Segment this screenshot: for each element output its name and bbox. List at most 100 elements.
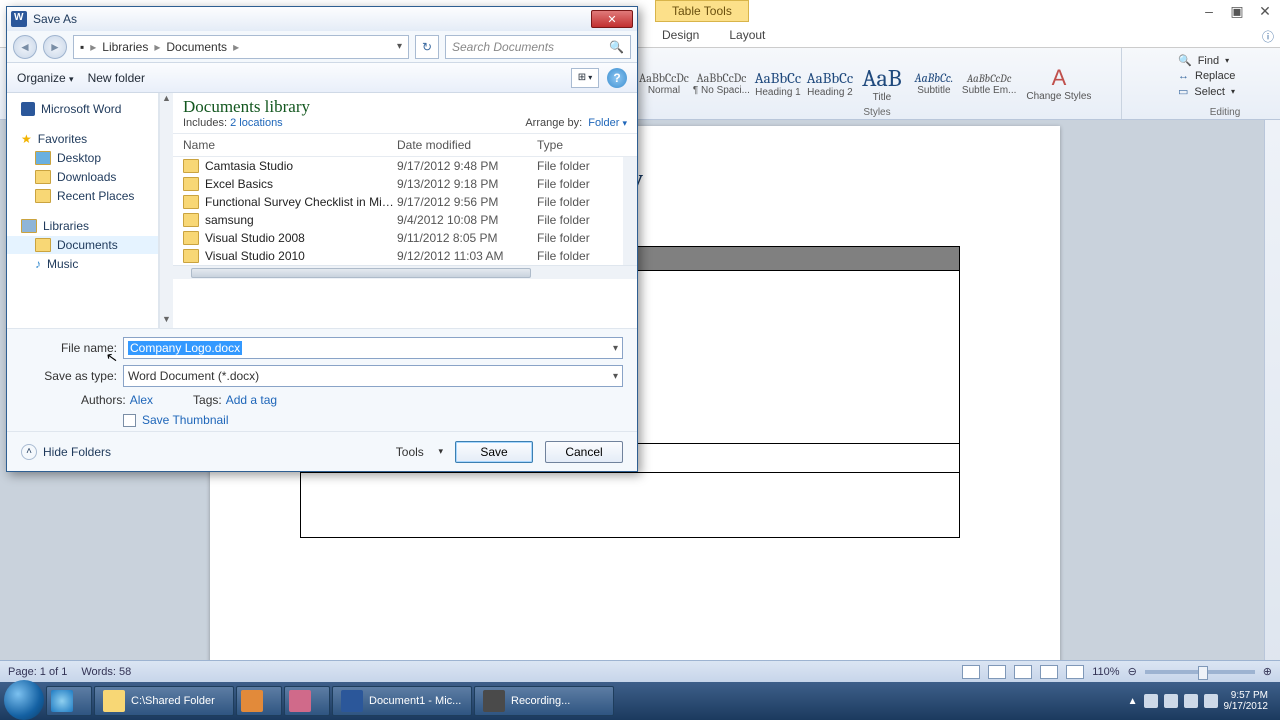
downloads-icon — [35, 170, 51, 184]
ribbon-tab-layout[interactable]: Layout — [715, 24, 779, 46]
web-layout-view[interactable] — [1014, 665, 1032, 679]
list-scrollbar[interactable] — [623, 157, 637, 265]
word-icon — [341, 690, 363, 712]
navigation-pane[interactable]: Microsoft Word ★Favorites Desktop Downlo… — [7, 93, 159, 328]
select-icon: ▭ — [1178, 85, 1188, 98]
folder-icon — [183, 249, 199, 263]
recorder-icon — [483, 690, 505, 712]
nav-recent[interactable]: Recent Places — [7, 187, 158, 205]
chevron-down-icon[interactable]: ▾ — [613, 371, 618, 382]
save-thumbnail-checkbox[interactable] — [123, 414, 136, 427]
save-as-dialog: Save As ✕ ◄ ► ▪▸ Libraries▸ Documents▸ ▾… — [6, 6, 638, 472]
dialog-titlebar[interactable]: Save As ✕ — [7, 7, 637, 31]
word-count[interactable]: Words: 58 — [81, 666, 131, 678]
save-button[interactable]: Save — [455, 441, 533, 463]
tray-icon[interactable] — [1144, 694, 1158, 708]
fullscreen-reading-view[interactable] — [988, 665, 1006, 679]
print-layout-view[interactable] — [962, 665, 980, 679]
filename-input[interactable]: Company Logo.docx▾ — [123, 337, 623, 359]
dialog-footer: ˄Hide Folders Tools ▾ Save Cancel — [7, 431, 637, 471]
taskbar-explorer[interactable]: C:\Shared Folder — [94, 686, 234, 716]
zoom-out-button[interactable]: ⊖ — [1128, 665, 1137, 678]
folder-icon — [183, 231, 199, 245]
change-styles-button[interactable]: AChange Styles — [1020, 65, 1097, 102]
select-button[interactable]: ▭Select▾ — [1178, 85, 1272, 98]
draft-view[interactable] — [1066, 665, 1084, 679]
show-hidden-icon[interactable]: ▲ — [1128, 696, 1138, 707]
find-button[interactable]: 🔍Find▾ — [1178, 54, 1272, 67]
app-icon — [289, 690, 311, 712]
taskbar-recorder[interactable]: Recording... — [474, 686, 614, 716]
tools-dropdown[interactable]: Tools ▾ — [396, 445, 443, 459]
close-window-icon[interactable]: ✕ — [1256, 2, 1274, 20]
arrange-by-dropdown[interactable]: Folder ▾ — [588, 117, 627, 129]
page-indicator[interactable]: Page: 1 of 1 — [8, 666, 67, 678]
hide-folders-button[interactable]: ˄Hide Folders — [21, 444, 111, 460]
minimize-icon[interactable]: – — [1200, 2, 1218, 20]
address-breadcrumb[interactable]: ▪▸ Libraries▸ Documents▸ ▾ — [73, 35, 409, 59]
system-tray[interactable]: ▲ 9:57 PM 9/17/2012 — [1128, 690, 1276, 712]
ribbon-tab-design[interactable]: Design — [648, 24, 713, 46]
close-button[interactable]: ✕ — [591, 10, 633, 28]
chevron-up-icon: ˄ — [21, 444, 37, 460]
list-item[interactable]: samsung9/4/2012 10:08 PMFile folder — [173, 211, 637, 229]
ribbon-help-icon[interactable]: ⓘ — [1262, 28, 1274, 45]
breadcrumb-dropdown-icon[interactable]: ▾ — [397, 41, 402, 52]
search-input[interactable]: Search Documents 🔍 — [445, 35, 631, 59]
refresh-button[interactable]: ↻ — [415, 35, 439, 59]
tags-field[interactable]: Add a tag — [226, 393, 277, 407]
taskbar-app1[interactable] — [236, 686, 282, 716]
system-clock[interactable]: 9:57 PM 9/17/2012 — [1224, 690, 1269, 712]
cancel-button[interactable]: Cancel — [545, 441, 623, 463]
app-icon — [241, 690, 263, 712]
styles-gallery[interactable]: AaBbCcDcNormal AaBbCcDc¶ No Spaci... AaB… — [633, 48, 1122, 119]
tray-icon[interactable] — [1184, 694, 1198, 708]
locations-link[interactable]: 2 locations — [230, 117, 283, 129]
nav-documents[interactable]: Documents — [7, 236, 158, 254]
list-item[interactable]: Visual Studio 20109/12/2012 11:03 AMFile… — [173, 247, 637, 265]
new-folder-button[interactable]: New folder — [88, 71, 145, 85]
horizontal-scrollbar[interactable] — [173, 265, 637, 279]
list-item[interactable]: Camtasia Studio9/17/2012 9:48 PMFile fol… — [173, 157, 637, 175]
nav-favorites[interactable]: ★Favorites — [7, 130, 158, 148]
list-item[interactable]: Excel Basics9/13/2012 9:18 PMFile folder — [173, 175, 637, 193]
zoom-slider[interactable] — [1145, 670, 1255, 674]
list-item[interactable]: Functional Survey Checklist in Microsoft… — [173, 193, 637, 211]
folder-icon — [183, 213, 199, 227]
file-list[interactable]: Camtasia Studio9/17/2012 9:48 PMFile fol… — [173, 157, 637, 265]
save-thumbnail-label[interactable]: Save Thumbnail — [142, 413, 229, 427]
zoom-level[interactable]: 110% — [1092, 666, 1119, 678]
nav-msword[interactable]: Microsoft Word — [7, 100, 158, 118]
documents-icon — [35, 238, 51, 252]
view-mode-button[interactable]: ⊞▾ — [571, 68, 599, 88]
back-button[interactable]: ◄ — [13, 35, 37, 59]
vertical-scrollbar[interactable] — [1264, 120, 1280, 672]
forward-button[interactable]: ► — [43, 35, 67, 59]
start-button[interactable] — [4, 680, 44, 720]
editing-group-label: Editing — [1210, 107, 1241, 118]
nav-music[interactable]: ♪Music — [7, 255, 158, 273]
organize-button[interactable]: Organize ▾ — [17, 71, 74, 85]
authors-field[interactable]: Alex — [130, 393, 153, 407]
nav-desktop[interactable]: Desktop — [7, 149, 158, 167]
column-headers[interactable]: Name Date modified Type — [173, 133, 637, 157]
volume-icon[interactable] — [1204, 694, 1218, 708]
desktop-icon — [35, 151, 51, 165]
nav-libraries[interactable]: Libraries — [7, 217, 158, 235]
replace-button[interactable]: ↔Replace — [1178, 70, 1272, 82]
chevron-down-icon[interactable]: ▾ — [613, 343, 618, 354]
library-title: Documents library — [183, 97, 310, 117]
saveastype-dropdown[interactable]: Word Document (*.docx)▾ — [123, 365, 623, 387]
help-button[interactable]: ? — [607, 68, 627, 88]
taskbar-app2[interactable] — [284, 686, 330, 716]
outline-view[interactable] — [1040, 665, 1058, 679]
nav-downloads[interactable]: Downloads — [7, 168, 158, 186]
taskbar-ie[interactable] — [46, 686, 92, 716]
zoom-in-button[interactable]: ⊕ — [1263, 665, 1272, 678]
taskbar-word[interactable]: Document1 - Mic... — [332, 686, 472, 716]
nav-scrollbar[interactable]: ▲▼ — [159, 93, 173, 328]
tray-icon[interactable] — [1164, 694, 1178, 708]
restore-icon[interactable]: ▣ — [1228, 2, 1246, 20]
list-item[interactable]: Visual Studio 20089/11/2012 8:05 PMFile … — [173, 229, 637, 247]
table-tools-tab[interactable]: Table Tools — [655, 0, 749, 22]
